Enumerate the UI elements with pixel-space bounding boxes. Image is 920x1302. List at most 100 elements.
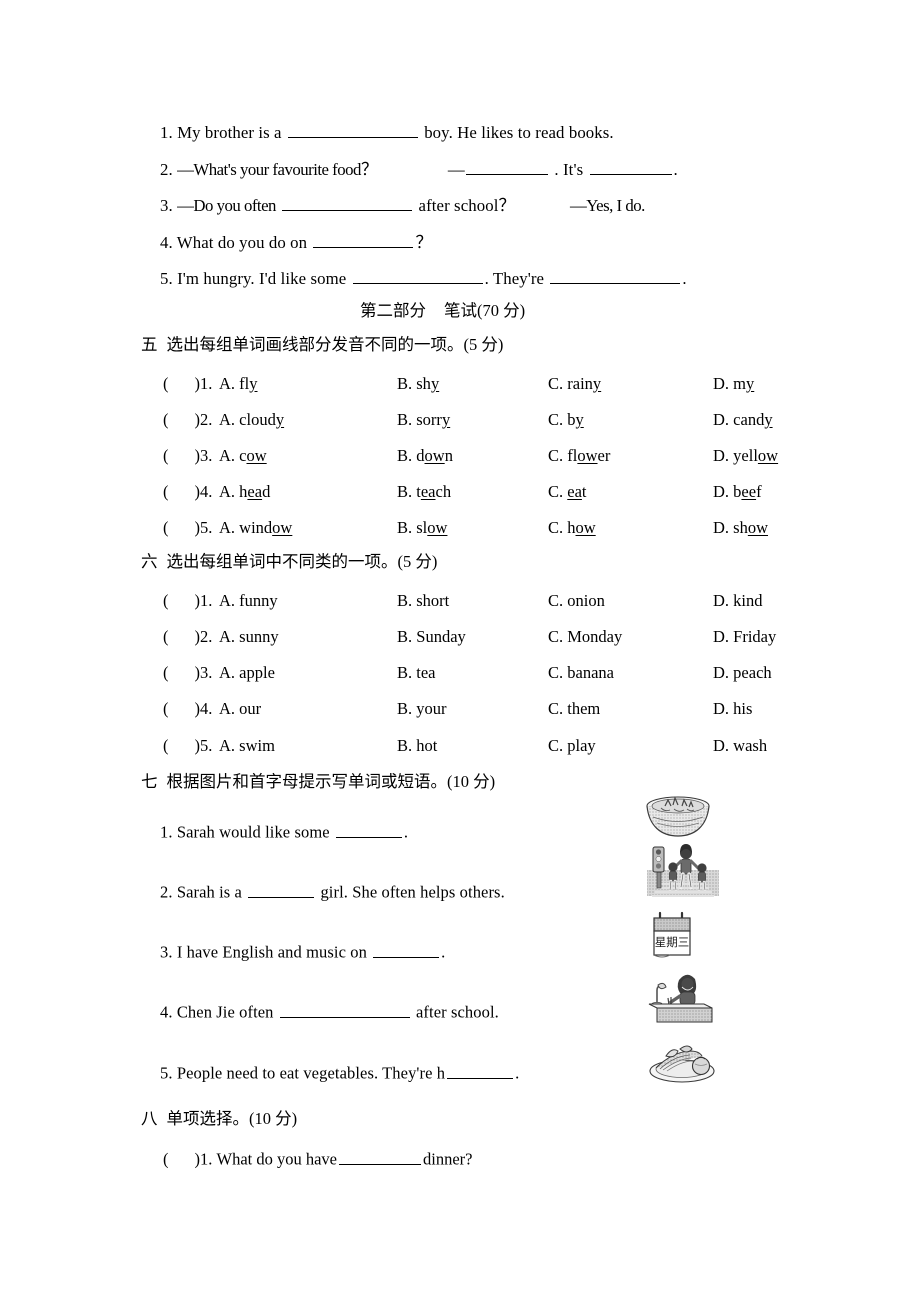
option-b-pre: sl	[416, 518, 428, 537]
option-d[interactable]: D. yellow	[713, 447, 778, 465]
option-d[interactable]: D. show	[713, 519, 768, 537]
option-c[interactable]: C. banana	[548, 664, 614, 682]
answer-blank[interactable]	[279, 1001, 410, 1018]
answer-blank[interactable]	[335, 821, 402, 838]
option-c[interactable]: C. them	[548, 700, 600, 718]
answer-parenthesis[interactable]: ()2.	[163, 627, 213, 646]
option-a[interactable]: A. window	[219, 519, 292, 537]
option-d-label: kind	[733, 591, 763, 610]
option-b-label: short	[416, 591, 450, 610]
answer-parenthesis[interactable]: ()4.	[163, 700, 212, 718]
option-a-label: our	[239, 699, 262, 718]
item-number: 1.	[200, 374, 213, 393]
option-a[interactable]: A. funny	[219, 592, 278, 610]
answer-parenthesis[interactable]: ()5.	[163, 519, 212, 537]
option-c[interactable]: C. by	[548, 411, 584, 429]
answer-blank[interactable]	[313, 231, 414, 248]
answer-blank[interactable]	[373, 941, 440, 958]
item-number: 1.	[200, 1149, 213, 1169]
option-b[interactable]: B. sorry	[397, 411, 450, 429]
option-b[interactable]: B. hot	[397, 737, 437, 755]
option-d[interactable]: D. his	[713, 700, 752, 718]
option-a[interactable]: A. apple	[219, 664, 275, 682]
option-b[interactable]: B. your	[397, 700, 447, 718]
fill-item-5-post: .	[682, 268, 687, 288]
answer-parenthesis[interactable]: ()3.	[163, 664, 212, 682]
option-d[interactable]: D. my	[713, 375, 754, 393]
answer-parenthesis[interactable]: ()1. What do you have dinner?	[163, 1148, 473, 1168]
option-b[interactable]: B. short	[397, 591, 450, 610]
answer-blank[interactable]	[339, 1148, 422, 1165]
fill-item-5-pre: I'm hungry. I'd like some	[177, 268, 347, 288]
answer-blank[interactable]	[287, 121, 418, 138]
option-b[interactable]: B. tea	[397, 663, 436, 682]
option-a[interactable]: A. cow	[219, 446, 267, 465]
item-text-post: .	[441, 942, 446, 962]
section-5-item-4: ()4. A. head B. teach C. eat D. beef	[163, 482, 823, 504]
option-d[interactable]: D. kind	[713, 591, 763, 610]
option-a[interactable]: A. sunny	[219, 628, 279, 646]
option-d[interactable]: D. candy	[713, 410, 773, 429]
answer-parenthesis[interactable]: ()2.	[163, 411, 212, 429]
answer-blank[interactable]	[589, 158, 672, 175]
section-5-item-1: ()1. A. fly B. shy C. rainy D. my	[163, 374, 823, 396]
section-7-item-2: 2. Sarah is a girl. She often helps othe…	[160, 881, 505, 901]
option-a-underlined: ea	[247, 482, 263, 501]
answer-blank[interactable]	[352, 267, 483, 284]
answer-parenthesis[interactable]: ()1.	[163, 592, 212, 610]
option-d[interactable]: D. Friday	[713, 628, 776, 646]
option-a[interactable]: A. head	[219, 482, 270, 501]
option-c[interactable]: C. onion	[548, 592, 605, 610]
option-d[interactable]: D. peach	[713, 664, 772, 682]
option-c[interactable]: C. eat	[548, 483, 587, 501]
item-number: 3.	[200, 446, 213, 465]
option-b[interactable]: B. Sunday	[397, 628, 466, 646]
option-c[interactable]: C. flower	[548, 446, 611, 465]
option-a[interactable]: A. swim	[219, 737, 275, 755]
item-text-pre: Sarah is a	[176, 882, 242, 902]
option-c-post: er	[597, 446, 611, 465]
option-c[interactable]: C. play	[548, 737, 596, 755]
section-6-item-3: ()3. A. apple B. tea C. banana D. peach	[163, 663, 823, 685]
answer-parenthesis[interactable]: ()5.	[163, 737, 212, 755]
option-b-label: tea	[416, 663, 436, 682]
item-number: 2.	[200, 627, 213, 646]
fill-item-3-post: after school？	[418, 195, 516, 215]
option-a-underlined: y	[275, 410, 285, 429]
answer-blank[interactable]	[248, 881, 315, 898]
plate-of-vegetables-picture	[646, 1038, 718, 1084]
option-c[interactable]: C. rainy	[548, 375, 601, 393]
answer-parenthesis[interactable]: ()1.	[163, 374, 213, 393]
option-b[interactable]: B. down	[397, 446, 453, 465]
option-a[interactable]: A. cloudy	[219, 410, 285, 429]
option-d[interactable]: D. wash	[713, 737, 767, 755]
option-c[interactable]: C. how	[548, 519, 596, 537]
option-b[interactable]: B. teach	[397, 483, 451, 501]
option-a[interactable]: A. our	[219, 699, 262, 718]
fill-item-4-number: 4.	[160, 232, 173, 252]
fill-item-5-mid: . They're	[484, 268, 545, 288]
option-b[interactable]: B. shy	[397, 375, 439, 393]
section-6-item-1: ()1. A. funny B. short C. onion D. kind	[163, 591, 823, 613]
answer-blank[interactable]	[447, 1062, 514, 1079]
fill-item-4: 4. What do you do on ？	[160, 231, 432, 252]
option-c-underlined: ow	[577, 446, 598, 465]
option-a-pre: c	[239, 446, 247, 465]
option-d-underlined: ee	[741, 482, 757, 501]
crossing-street-helping-picture	[646, 840, 720, 904]
option-c[interactable]: C. Monday	[548, 628, 622, 646]
option-b-pre: d	[416, 446, 425, 465]
option-a[interactable]: A. fly	[219, 375, 258, 393]
answer-parenthesis[interactable]: ()3.	[163, 446, 213, 465]
section-6-item-4: ()4. A. our B. your C. them D. his	[163, 699, 823, 721]
option-b[interactable]: B. slow	[397, 518, 447, 537]
answer-blank[interactable]	[282, 194, 413, 211]
answer-blank[interactable]	[550, 267, 681, 284]
option-d-underlined: y	[764, 410, 773, 429]
fill-item-2-number: 2.	[160, 159, 173, 179]
option-d[interactable]: D. beef	[713, 482, 762, 501]
answer-blank[interactable]	[466, 158, 549, 175]
section-7-number: 七	[141, 772, 158, 791]
answer-parenthesis[interactable]: ()4.	[163, 483, 212, 501]
section-5-item-5: ()5. A. window B. slow C. how D. show	[163, 518, 823, 540]
